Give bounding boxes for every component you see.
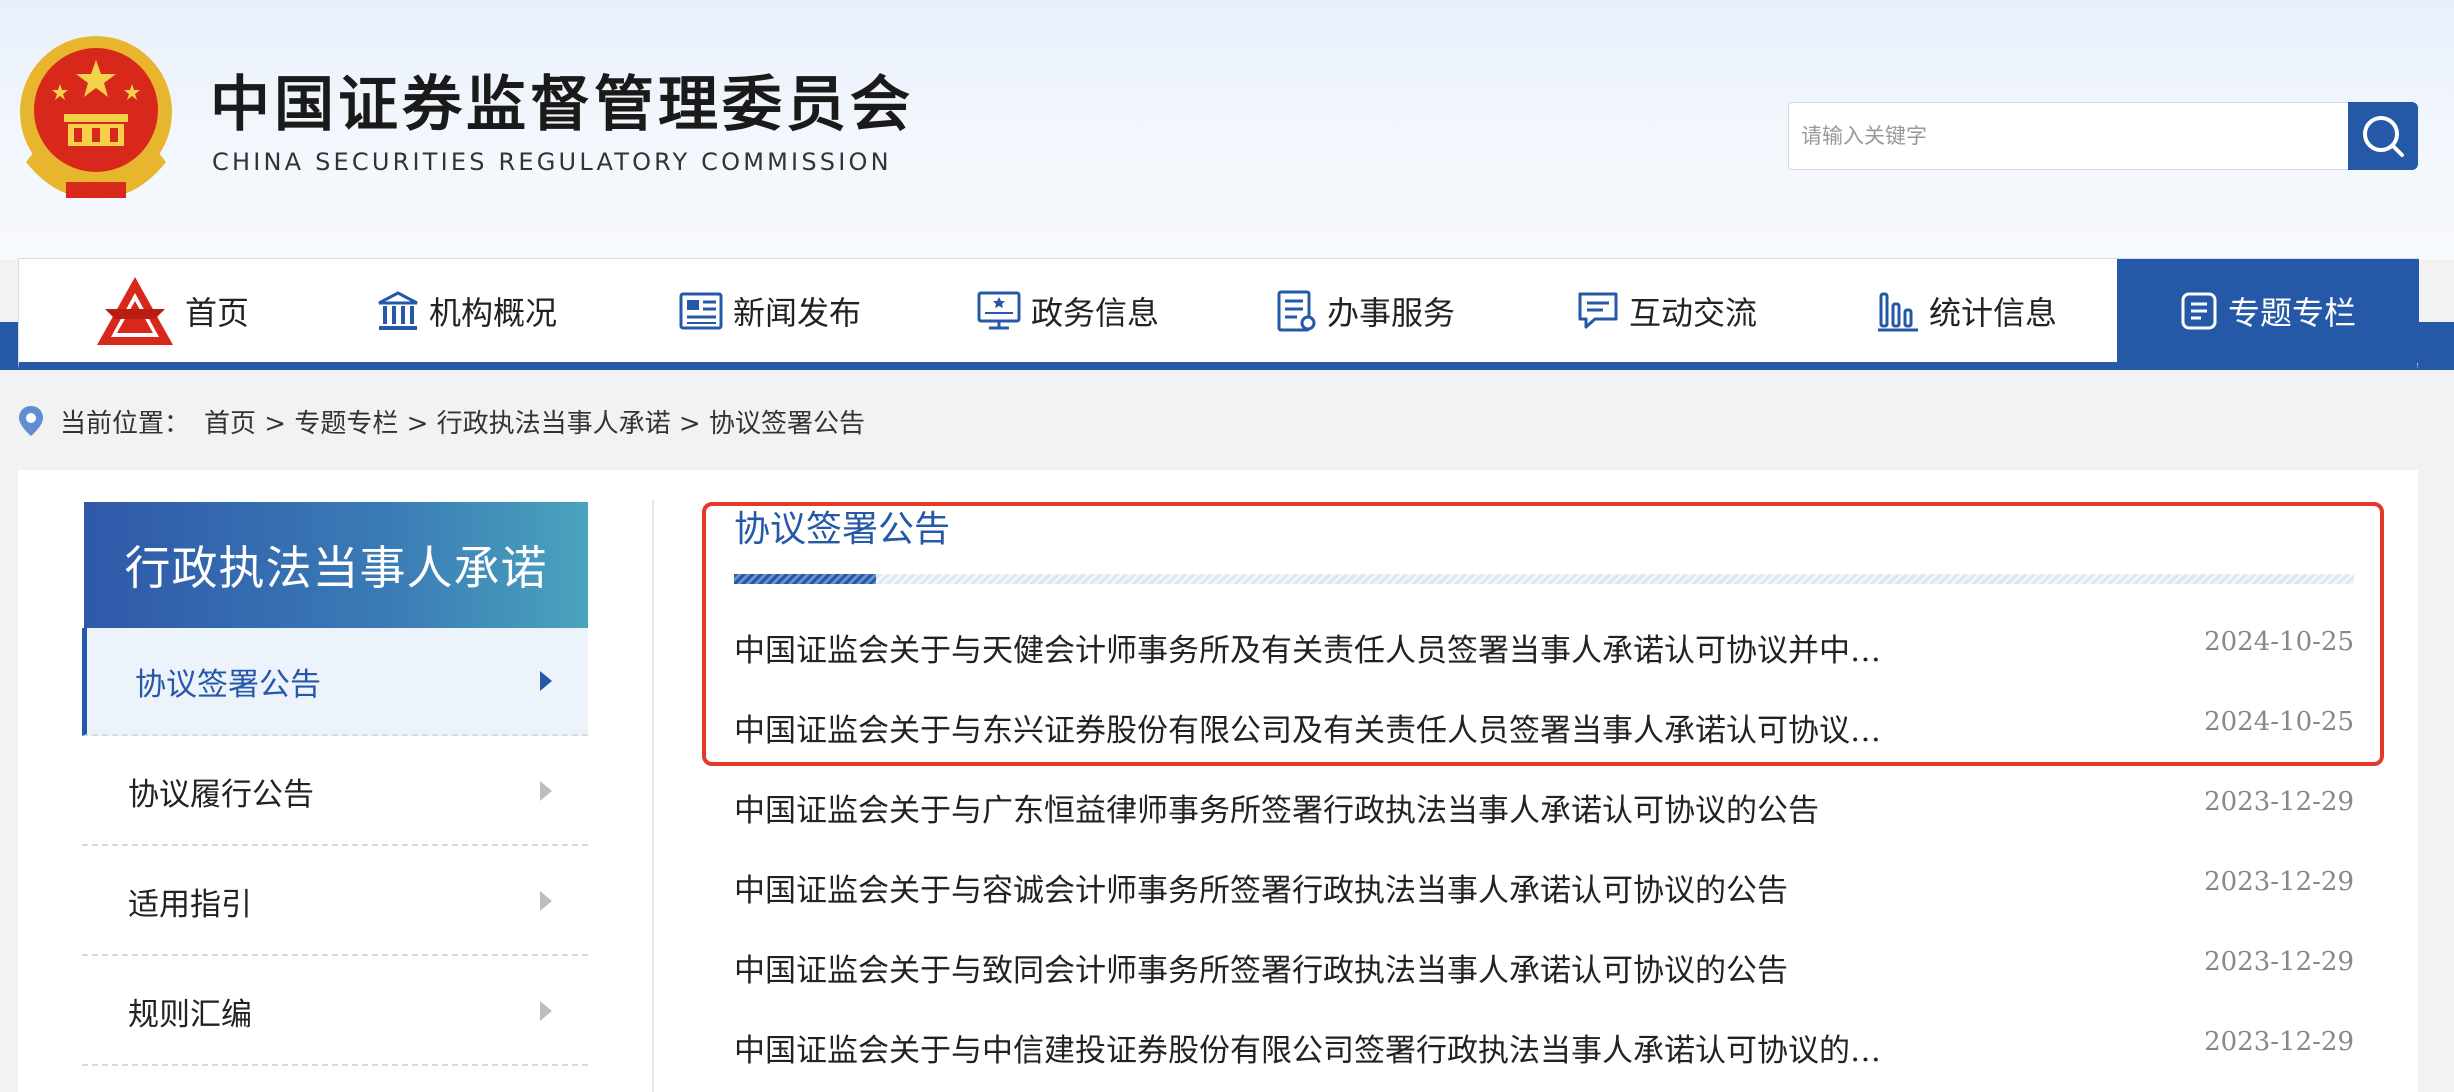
breadcrumb-prefix: 当前位置： (60, 408, 191, 439)
search-icon (2363, 116, 2404, 157)
nav-label: 统计信息 (1929, 294, 2058, 332)
sidebar-item-label: 规则汇编 (128, 996, 252, 1033)
building-icon (378, 291, 418, 330)
column-divider (652, 500, 654, 1092)
location-pin-icon (19, 406, 43, 436)
csrc-logo-icon (97, 277, 173, 345)
nav-label: 首页 (185, 294, 250, 332)
list-item[interactable]: 中国证监会关于与天健会计师事务所及有关责任人员签署当事人承诺认可协议并中… 20… (734, 622, 2354, 672)
nav-item-services[interactable]: 办事服务 (1277, 259, 1455, 363)
sidebar-item-label: 协议签署公告 (135, 666, 321, 703)
list-item-date: 2024-10-25 (2204, 707, 2354, 737)
national-emblem-icon (20, 36, 172, 199)
notepad-icon (2181, 292, 2217, 330)
nav-item-special-topics[interactable]: 专题专栏 (2117, 259, 2419, 363)
list-item-date: 2023-12-29 (2204, 787, 2354, 817)
nav-item-news[interactable]: 新闻发布 (679, 259, 861, 363)
site-title-en: CHINA SECURITIES REGULATORY COMMISSION (212, 148, 892, 176)
list-item-title[interactable]: 中国证监会关于与天健会计师事务所及有关责任人员签署当事人承诺认可协议并中… (734, 625, 1881, 670)
nav-item-statistics[interactable]: 统计信息 (1877, 259, 2057, 363)
sidebar-item-signing-announcements[interactable]: 协议签署公告 (82, 628, 588, 736)
sidebar-title: 行政执法当事人承诺 (84, 502, 588, 628)
section-rule (734, 574, 2354, 584)
search-box (1788, 102, 2350, 170)
nav-label: 机构概况 (429, 294, 558, 332)
search-button[interactable] (2348, 102, 2418, 170)
chevron-right-icon (540, 891, 552, 911)
list-item-date: 2024-10-25 (2204, 627, 2354, 657)
sidebar-item-guidelines[interactable]: 适用指引 (82, 848, 588, 956)
section-rule-accent (734, 574, 876, 584)
nav-label: 专题专栏 (2227, 294, 2356, 332)
sidebar-item-label: 协议履行公告 (128, 776, 314, 813)
nav-band-left (0, 322, 20, 370)
chat-icon (1578, 292, 1618, 329)
nav-band-right (2418, 322, 2454, 370)
list-item-title[interactable]: 中国证监会关于与容诚会计师事务所签署行政执法当事人承诺认可协议的公告 (734, 865, 1788, 910)
breadcrumb: 当前位置： 首页 > 专题专栏 > 行政执法当事人承诺 > 协议签署公告 (16, 402, 865, 440)
site-header: 中国证券监督管理委员会 CHINA SECURITIES REGULATORY … (0, 0, 2454, 260)
section-title: 协议签署公告 (734, 509, 951, 550)
main-nav: 首页 机构概况 新闻发布 政务信息 办事服务 互动交流 统计信息 专题专栏 (18, 258, 2419, 370)
list-item-title[interactable]: 中国证监会关于与中信建投证券股份有限公司签署行政执法当事人承诺认可协议的… (734, 1025, 1881, 1070)
site-title-cn: 中国证券监督管理委员会 (210, 70, 914, 140)
list-item-title[interactable]: 中国证监会关于与致同会计师事务所签署行政执法当事人承诺认可协议的公告 (734, 945, 1788, 990)
list-item-title[interactable]: 中国证监会关于与东兴证券股份有限公司及有关责任人员签署当事人承诺认可协议… (734, 705, 1881, 750)
list-item-date: 2023-12-29 (2204, 1027, 2354, 1057)
nav-item-home[interactable]: 首页 (95, 259, 249, 363)
list-item[interactable]: 中国证监会关于与东兴证券股份有限公司及有关责任人员签署当事人承诺认可协议… 20… (734, 702, 2354, 752)
nav-item-about[interactable]: 机构概况 (377, 259, 557, 363)
list-item[interactable]: 中国证监会关于与中信建投证券股份有限公司签署行政执法当事人承诺认可协议的… 20… (734, 1022, 2354, 1072)
list-item[interactable]: 中国证监会关于与广东恒益律师事务所签署行政执法当事人承诺认可协议的公告 2023… (734, 782, 2354, 832)
document-list-icon (1277, 290, 1316, 332)
sidebar-item-performance-announcements[interactable]: 协议履行公告 (82, 738, 588, 846)
nav-label: 新闻发布 (733, 294, 862, 332)
nav-label: 政务信息 (1031, 294, 1160, 332)
chevron-right-icon (540, 781, 552, 801)
nav-item-government-info[interactable]: 政务信息 (977, 259, 1159, 363)
sidebar-item-label: 适用指引 (128, 886, 252, 923)
list-item-title[interactable]: 中国证监会关于与广东恒益律师事务所签署行政执法当事人承诺认可协议的公告 (734, 785, 1819, 830)
list-item[interactable]: 中国证监会关于与容诚会计师事务所签署行政执法当事人承诺认可协议的公告 2023-… (734, 862, 2354, 912)
list-item[interactable]: 中国证监会关于与致同会计师事务所签署行政执法当事人承诺认可协议的公告 2023-… (734, 942, 2354, 992)
nav-label: 办事服务 (1327, 294, 1456, 332)
search-input[interactable] (1789, 103, 2349, 169)
bar-chart-icon (1878, 292, 1918, 332)
chevron-right-icon (540, 1001, 552, 1021)
chevron-right-icon (540, 671, 552, 691)
nav-item-interaction[interactable]: 互动交流 (1577, 259, 1757, 363)
list-item-date: 2023-12-29 (2204, 867, 2354, 897)
sidebar-item-rules[interactable]: 规则汇编 (82, 958, 588, 1066)
nav-label: 互动交流 (1629, 294, 1758, 332)
monitor-icon (977, 291, 1021, 330)
list-item-date: 2023-12-29 (2204, 947, 2354, 977)
top-utility-links (1490, 0, 2390, 10)
breadcrumb-path[interactable]: 首页 > 专题专栏 > 行政执法当事人承诺 > 协议签署公告 (204, 403, 865, 440)
newspaper-icon (679, 292, 723, 330)
